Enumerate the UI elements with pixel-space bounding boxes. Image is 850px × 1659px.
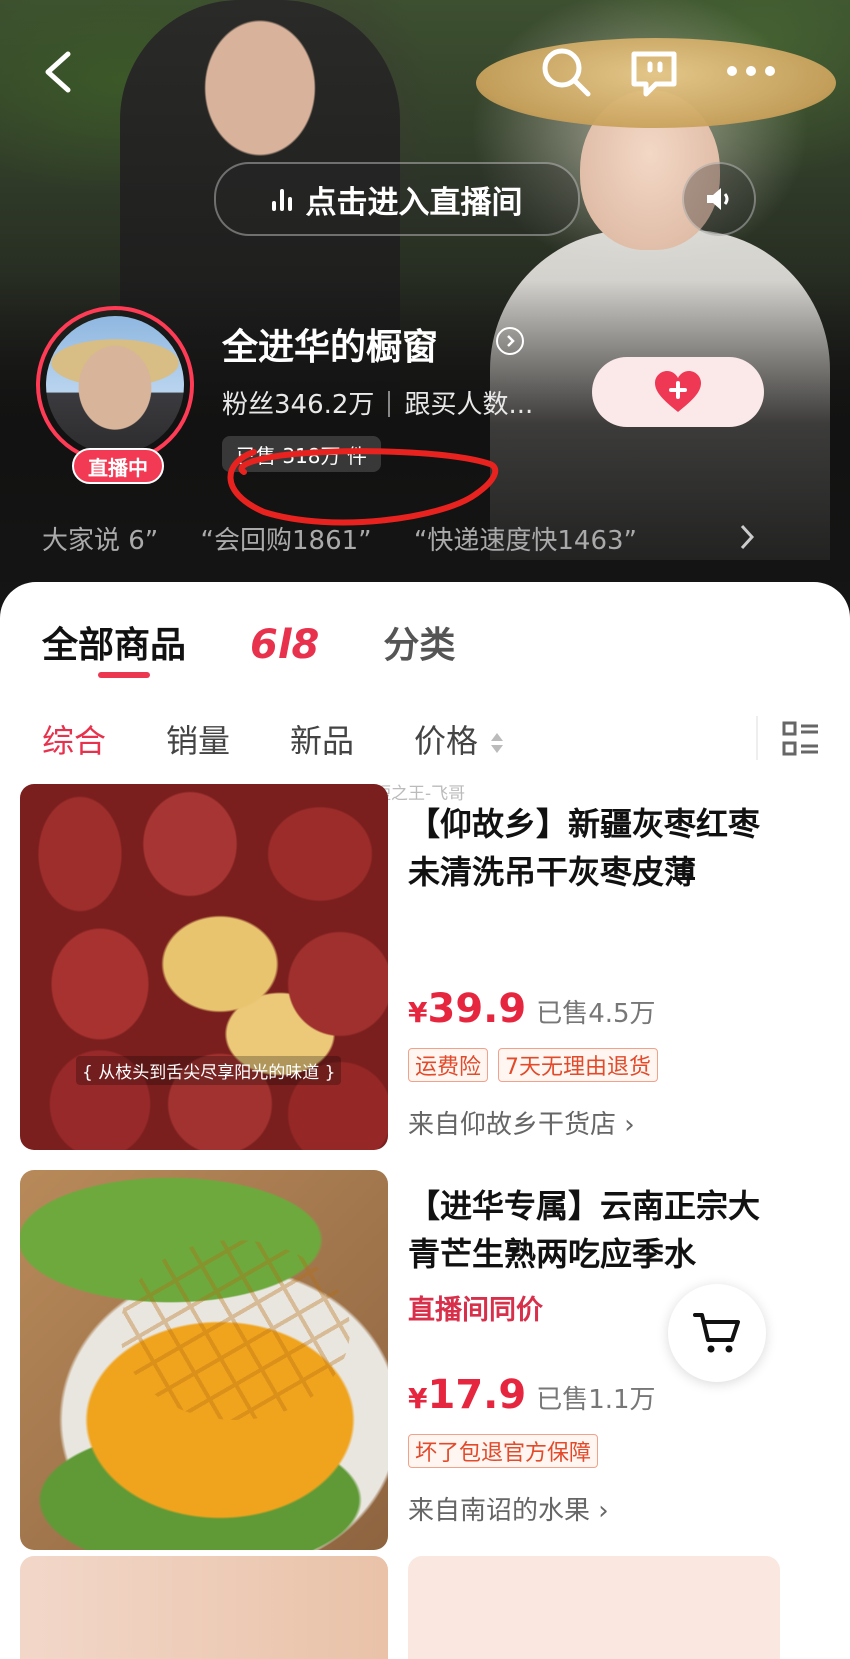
search-icon [542, 48, 591, 97]
avatar-image [46, 316, 184, 454]
cart-button[interactable] [668, 1284, 766, 1382]
sort-arrows-icon [491, 733, 504, 753]
store-link[interactable]: 来自南诏的水果 › [408, 1490, 609, 1527]
service-tags: 坏了包退官方保障 [408, 1434, 608, 1468]
sold-count: 已售1.1万 [536, 1385, 656, 1415]
category-tabs: 全部商品 6l8 分类 [42, 616, 519, 668]
shop-avatar[interactable] [36, 306, 194, 464]
heart-plus-icon [655, 371, 701, 412]
list-layout-icon [782, 721, 818, 756]
live-status-badge: 直播中 [72, 448, 164, 484]
sort-divider [756, 716, 758, 760]
back-button[interactable] [40, 48, 76, 100]
message-icon [631, 51, 677, 97]
review-tag[interactable]: “快递速度快1463” [414, 526, 637, 556]
product-price: ¥17.9 已售1.1万 [408, 1372, 656, 1418]
chevron-right-icon [740, 524, 755, 550]
live-bars-icon [271, 187, 292, 211]
stats-divider [388, 391, 391, 417]
product-image-dates[interactable] [20, 784, 388, 1150]
active-tab-indicator [98, 672, 150, 678]
layout-toggle-button[interactable] [782, 720, 820, 762]
more-button[interactable] [724, 62, 778, 84]
enter-live-button[interactable]: 点击进入直播间 [214, 162, 580, 236]
fans-count: 粉丝346.2万 [222, 390, 375, 420]
tab-618[interactable]: 6l8 [250, 622, 319, 668]
product-image-next[interactable] [20, 1556, 388, 1659]
red-annotation-circle [227, 448, 499, 526]
chevron-right-icon [507, 335, 515, 347]
shop-name[interactable]: 全进华的橱窗 [222, 318, 438, 370]
product-info-next[interactable] [408, 1556, 780, 1659]
service-tag: 坏了包退官方保障 [408, 1434, 599, 1468]
tab-category[interactable]: 分类 [383, 616, 455, 668]
tab-all-products[interactable]: 全部商品 [42, 616, 186, 668]
live-same-price-badge: 直播间同价 [408, 1295, 543, 1326]
review-tag[interactable]: 大家说 6” [42, 526, 158, 556]
message-button[interactable] [626, 44, 682, 104]
follow-button[interactable] [592, 357, 764, 427]
price-value: 17.9 [427, 1372, 527, 1418]
mango-cut-pattern [120, 1240, 350, 1420]
currency-symbol: ¥ [408, 996, 428, 1029]
followers-count: 跟买人数... [404, 390, 534, 420]
sold-count: 已售4.5万 [536, 999, 656, 1029]
search-button[interactable] [538, 44, 594, 104]
sort-new[interactable]: 新品 [290, 716, 354, 762]
chevron-left-icon [45, 51, 71, 93]
more-icon [727, 66, 775, 76]
price-value: 39.9 [427, 986, 527, 1032]
enter-live-label: 点击进入直播间 [305, 184, 523, 221]
sort-price-label: 价格 [414, 722, 479, 760]
review-tags[interactable]: 大家说 6” “会回购1861” “快递速度快1463” [42, 520, 671, 557]
product-title[interactable]: 【进华专属】云南正宗大青芒生熟两吃应季水 [408, 1182, 768, 1278]
sort-price[interactable]: 价格 [414, 716, 504, 762]
review-tag[interactable]: “会回购1861” [201, 526, 372, 556]
sort-bar: 综合 销量 新品 价格 [42, 716, 564, 762]
shop-detail-button[interactable] [496, 327, 524, 355]
sort-sales[interactable]: 销量 [166, 716, 230, 762]
shop-stats: 粉丝346.2万 跟买人数... [222, 384, 533, 421]
service-tag: 7天无理由退货 [498, 1048, 659, 1082]
image-caption: { 从枝头到舌尖尽享阳光的味道 } [76, 1056, 342, 1085]
sound-button[interactable] [682, 162, 756, 236]
product-title[interactable]: 【仰故乡】新疆灰枣红枣未清洗吊干灰枣皮薄 [408, 800, 768, 896]
product-price: ¥39.9 已售4.5万 [408, 986, 656, 1032]
speaker-icon [707, 188, 729, 210]
service-tag: 运费险 [408, 1048, 489, 1082]
currency-symbol: ¥ [408, 1382, 428, 1415]
sort-comprehensive[interactable]: 综合 [42, 716, 106, 762]
cart-icon [693, 1313, 740, 1353]
reviews-more-button[interactable] [738, 522, 756, 556]
store-link[interactable]: 来自仰故乡干货店 › [408, 1104, 635, 1141]
service-tags: 运费险 7天无理由退货 [408, 1048, 668, 1082]
